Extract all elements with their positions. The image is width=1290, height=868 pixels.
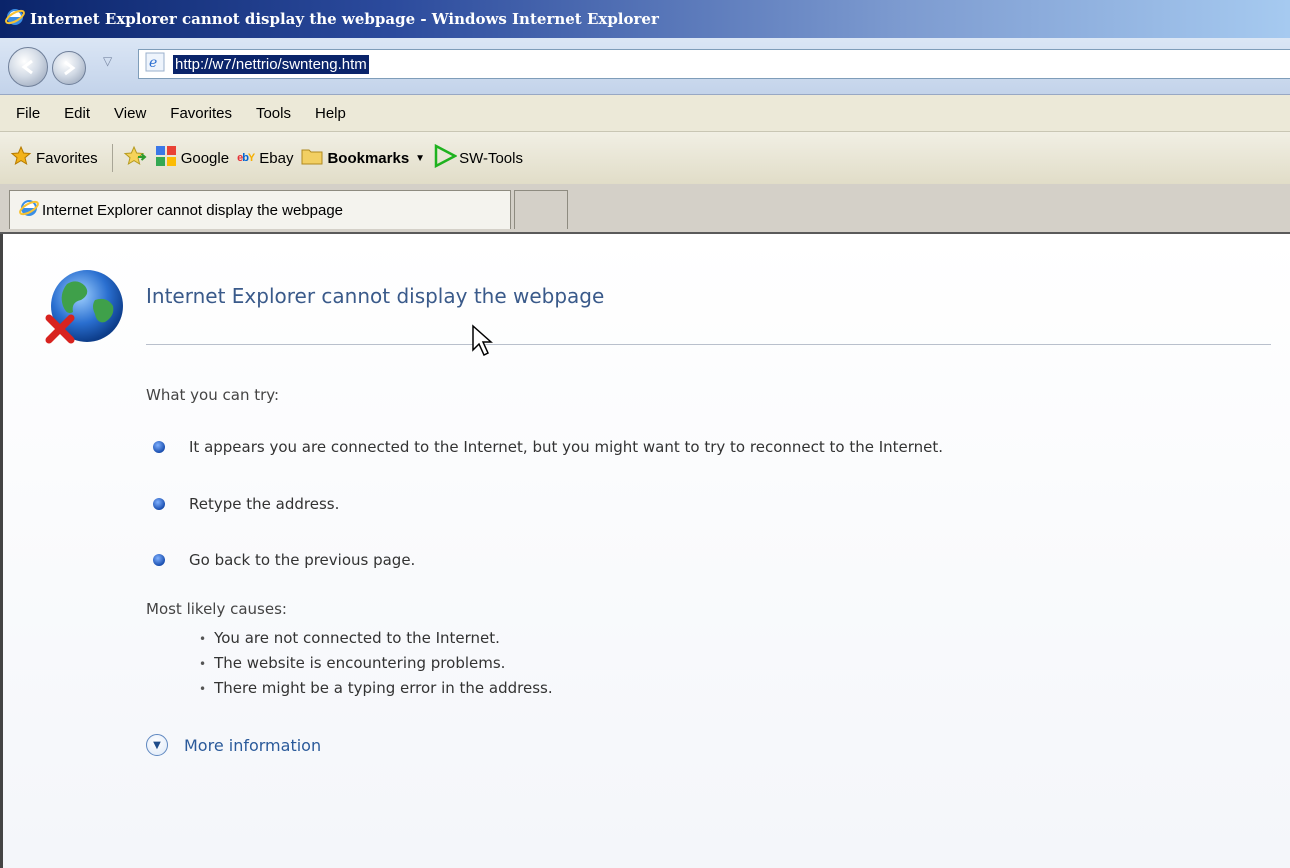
suggestion-text: Go back to the previous page. xyxy=(189,551,416,569)
recent-pages-chevron-icon[interactable]: ▽ xyxy=(103,54,112,68)
cause-item: The website is encountering problems. xyxy=(199,651,553,676)
menu-view[interactable]: View xyxy=(102,105,158,122)
suggestion-text: It appears you are connected to the Inte… xyxy=(189,438,944,456)
favorites-label: Favorites xyxy=(36,149,98,167)
address-row: ▽ e http://w7/nettrio/swnteng.htm xyxy=(0,38,1290,95)
page-content: Internet Explorer cannot display the web… xyxy=(0,234,1290,868)
title-divider xyxy=(146,344,1271,345)
favorite-bookmarks-label: Bookmarks xyxy=(327,149,410,167)
favorites-separator xyxy=(111,144,113,172)
menu-bar: File Edit View Favorites Tools Help xyxy=(0,95,1290,132)
favorite-sw-tools-label: SW-Tools xyxy=(459,149,523,167)
most-likely-causes-heading: Most likely causes: xyxy=(146,600,287,618)
menu-help[interactable]: Help xyxy=(303,105,358,122)
expand-chevron-icon[interactable]: ▼ xyxy=(146,734,168,756)
favorite-ebay-label: Ebay xyxy=(259,149,294,167)
back-button[interactable] xyxy=(8,47,48,87)
menu-file[interactable]: File xyxy=(0,105,52,122)
favorite-bookmarks-folder[interactable]: Bookmarks ▼ xyxy=(301,146,425,170)
blue-bullet-icon xyxy=(153,441,165,453)
more-information-link[interactable]: ▼ More information xyxy=(146,734,321,756)
what-you-can-try-heading: What you can try: xyxy=(146,386,280,404)
ebay-icon: ebY xyxy=(237,152,255,164)
window-title-bar: Internet Explorer cannot display the web… xyxy=(0,0,1290,38)
tab-row: Internet Explorer cannot display the web… xyxy=(0,184,1290,234)
favorite-sw-tools[interactable]: SW-Tools xyxy=(433,143,523,172)
url-text[interactable]: http://w7/nettrio/swnteng.htm xyxy=(173,54,369,74)
cause-item: There might be a typing error in the add… xyxy=(199,676,553,701)
suggestion-text: Retype the address. xyxy=(189,495,340,513)
favorites-button[interactable]: Favorites xyxy=(10,145,98,171)
mouse-cursor-icon xyxy=(471,324,495,362)
suggestion-item: Retype the address. xyxy=(153,495,339,513)
address-field[interactable]: e http://w7/nettrio/swnteng.htm xyxy=(138,49,1290,79)
new-tab-button[interactable] xyxy=(514,190,568,229)
menu-favorites[interactable]: Favorites xyxy=(158,105,244,122)
bookmarks-dropdown-icon: ▼ xyxy=(415,152,426,164)
cause-item: You are not connected to the Internet. xyxy=(199,626,553,651)
menu-tools[interactable]: Tools xyxy=(244,105,303,122)
blue-bullet-icon xyxy=(153,554,165,566)
tab-ie-icon xyxy=(18,197,40,223)
favorites-bar: Favorites Google ebY Ebay Bookmarks ▼ SW… xyxy=(0,132,1290,184)
tab-label: Internet Explorer cannot display the web… xyxy=(42,201,344,219)
google-icon xyxy=(155,145,177,171)
favorites-star-icon xyxy=(10,145,32,171)
add-to-favorites-button[interactable] xyxy=(123,145,147,171)
ie-page-icon: e xyxy=(145,52,165,76)
favorite-google[interactable]: Google xyxy=(155,145,229,171)
play-arrow-icon xyxy=(433,143,458,172)
favorite-ebay[interactable]: ebY Ebay xyxy=(237,150,293,167)
back-arrow-icon xyxy=(21,59,33,75)
forward-button[interactable] xyxy=(52,51,86,85)
window-title: Internet Explorer cannot display the web… xyxy=(30,10,659,28)
favorite-google-label: Google xyxy=(180,149,230,167)
causes-list: You are not connected to the Internet. T… xyxy=(199,626,553,701)
folder-icon xyxy=(301,146,323,170)
suggestion-item: Go back to the previous page. xyxy=(153,551,415,569)
tab-active[interactable]: Internet Explorer cannot display the web… xyxy=(9,190,511,229)
error-globe-icon xyxy=(43,266,127,354)
menu-edit[interactable]: Edit xyxy=(52,105,102,122)
add-favorite-star-icon xyxy=(123,145,147,171)
svg-text:e: e xyxy=(149,55,157,71)
suggestion-item: It appears you are connected to the Inte… xyxy=(153,438,943,456)
ie-logo-icon xyxy=(4,6,26,32)
blue-bullet-icon xyxy=(153,498,165,510)
page-title: Internet Explorer cannot display the web… xyxy=(146,284,605,308)
forward-arrow-icon xyxy=(64,60,76,76)
more-information-label[interactable]: More information xyxy=(184,736,321,755)
